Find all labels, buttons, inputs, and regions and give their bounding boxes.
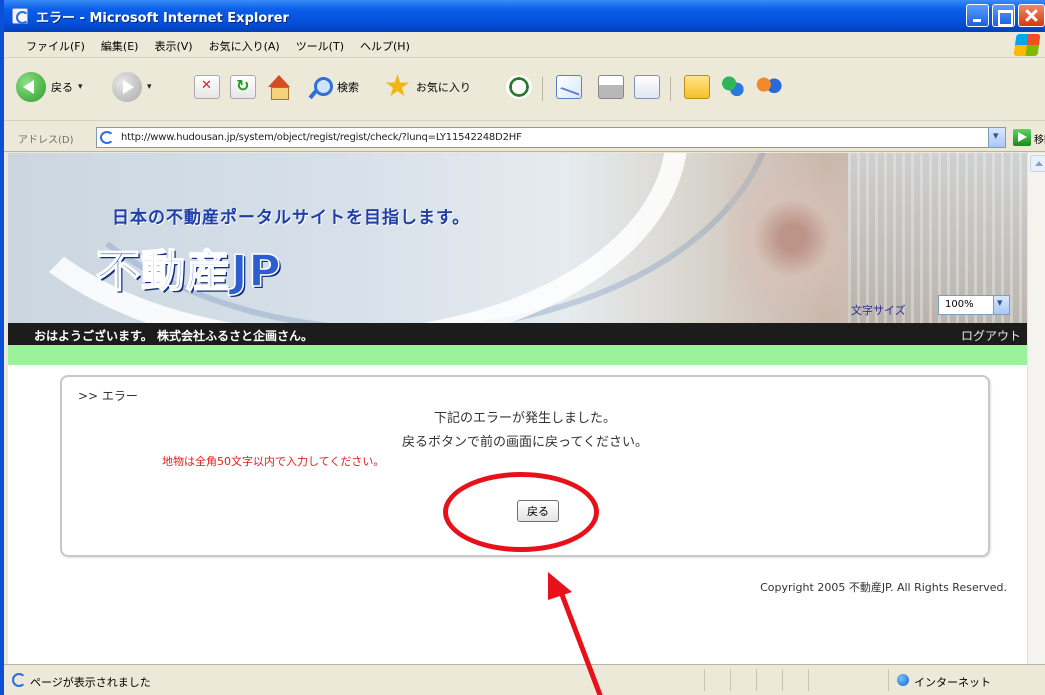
error-heading: >> エラー bbox=[78, 389, 138, 403]
green-divider bbox=[8, 345, 1027, 365]
windows-logo-icon bbox=[1013, 34, 1041, 56]
toolbar-separator bbox=[542, 77, 543, 101]
page-viewport: 日本の不動産ポータルサイトを目指します。 不動産JP 文字サイズ 100% おは… bbox=[8, 153, 1027, 664]
font-size-label: 文字サイズ bbox=[851, 304, 906, 317]
mail-icon[interactable] bbox=[556, 75, 582, 99]
menu-edit[interactable]: 編集(E) bbox=[101, 38, 139, 54]
browser-window: エラー - Microsoft Internet Explorer ファイル(F… bbox=[0, 0, 1045, 695]
vertical-scrollbar[interactable] bbox=[1027, 153, 1045, 664]
back-dropdown-icon[interactable]: ▾ bbox=[78, 82, 83, 92]
forward-icon bbox=[112, 72, 142, 102]
history-icon[interactable] bbox=[506, 75, 532, 99]
close-button[interactable] bbox=[1018, 4, 1045, 27]
status-cell bbox=[730, 669, 756, 691]
font-size-value: 100% bbox=[945, 299, 974, 310]
search-icon bbox=[308, 75, 333, 99]
status-cell bbox=[808, 669, 834, 691]
greeting-bar: おはようございます。 株式会社ふるさと企画さん。 ログアウト bbox=[8, 323, 1027, 345]
forward-button[interactable]: ▾ bbox=[112, 69, 152, 105]
window-title: エラー - Microsoft Internet Explorer bbox=[36, 11, 289, 26]
address-url[interactable]: http://www.hudousan.jp/system/object/reg… bbox=[121, 132, 522, 143]
favorites-star-icon: ★ bbox=[384, 69, 411, 104]
maximize-button[interactable] bbox=[992, 4, 1015, 27]
stop-icon[interactable] bbox=[194, 75, 220, 99]
scroll-up-icon[interactable] bbox=[1030, 155, 1045, 172]
back-button[interactable]: 戻る ▾ bbox=[16, 69, 83, 105]
copyright: Copyright 2005 不動産JP. All Rights Reserve… bbox=[760, 581, 1007, 594]
menu-bar: ファイル(F) 編集(E) 表示(V) お気に入り(A) ツール(T) ヘルプ(… bbox=[4, 32, 1045, 58]
go-button[interactable]: 移動 bbox=[1034, 131, 1045, 146]
ie-icon bbox=[12, 8, 29, 24]
status-bar: ページが表示されました インターネット bbox=[4, 664, 1045, 695]
page-icon bbox=[100, 131, 114, 144]
forward-dropdown-icon[interactable]: ▾ bbox=[147, 82, 152, 92]
back-icon bbox=[16, 72, 46, 102]
folder-icon[interactable] bbox=[684, 75, 710, 99]
print-icon[interactable] bbox=[598, 75, 624, 99]
home-icon[interactable] bbox=[266, 75, 292, 100]
menu-tools[interactable]: ツール(T) bbox=[296, 38, 344, 54]
globe-icon bbox=[897, 674, 909, 686]
status-text: ページが表示されました bbox=[30, 676, 151, 689]
status-cell bbox=[756, 669, 782, 691]
menu-favorites[interactable]: お気に入り(A) bbox=[209, 38, 280, 54]
favorites-label: お気に入り bbox=[415, 81, 471, 94]
search-label: 検索 bbox=[337, 81, 359, 94]
chevron-down-icon bbox=[993, 296, 1009, 314]
site-logo[interactable]: 不動産JP bbox=[95, 235, 282, 299]
minimize-button[interactable] bbox=[966, 4, 989, 27]
toolbar: 戻る ▾ ▾ 検索 ★ お気に入り bbox=[4, 59, 1045, 121]
favorites-button[interactable]: ★ お気に入り bbox=[384, 69, 471, 105]
error-message-line2: 戻るボタンで前の画面に戻ってください。 bbox=[402, 435, 648, 450]
security-zone: インターネット bbox=[914, 676, 991, 689]
menu-help[interactable]: ヘルプ(H) bbox=[360, 38, 410, 54]
font-size-select[interactable]: 100% bbox=[938, 295, 1010, 315]
back-label: 戻る bbox=[51, 81, 73, 94]
status-cell bbox=[782, 669, 808, 691]
edit-icon[interactable] bbox=[634, 75, 660, 99]
title-bar[interactable]: エラー - Microsoft Internet Explorer bbox=[4, 0, 1045, 32]
error-detail: 地物は全角50文字以内で入力してください。 bbox=[162, 455, 385, 468]
people-icon[interactable] bbox=[756, 75, 782, 99]
menu-view[interactable]: 表示(V) bbox=[154, 38, 192, 54]
greeting-text: おはようございます。 株式会社ふるさと企画さん。 bbox=[34, 329, 313, 343]
address-dropdown-icon[interactable] bbox=[988, 128, 1005, 147]
page-done-icon bbox=[12, 673, 26, 687]
status-cell bbox=[704, 669, 730, 691]
address-bar: アドレス(D) http://www.hudousan.jp/system/ob… bbox=[4, 122, 1045, 152]
error-message-line1: 下記のエラーが発生しました。 bbox=[433, 411, 616, 426]
menu-file[interactable]: ファイル(F) bbox=[26, 38, 85, 54]
address-input[interactable]: http://www.hudousan.jp/system/object/reg… bbox=[96, 127, 1006, 148]
search-button[interactable]: 検索 bbox=[308, 69, 359, 105]
go-icon[interactable] bbox=[1013, 129, 1031, 146]
refresh-icon[interactable] bbox=[230, 75, 256, 99]
messenger-icon[interactable] bbox=[720, 75, 746, 99]
site-header-banner: 日本の不動産ポータルサイトを目指します。 不動産JP 文字サイズ 100% bbox=[8, 153, 1027, 323]
annotation-circle bbox=[443, 472, 599, 552]
toolbar-separator bbox=[670, 77, 671, 101]
logout-link[interactable]: ログアウト bbox=[961, 327, 1021, 344]
site-tagline: 日本の不動産ポータルサイトを目指します。 bbox=[112, 208, 471, 228]
address-label: アドレス(D) bbox=[18, 135, 74, 146]
